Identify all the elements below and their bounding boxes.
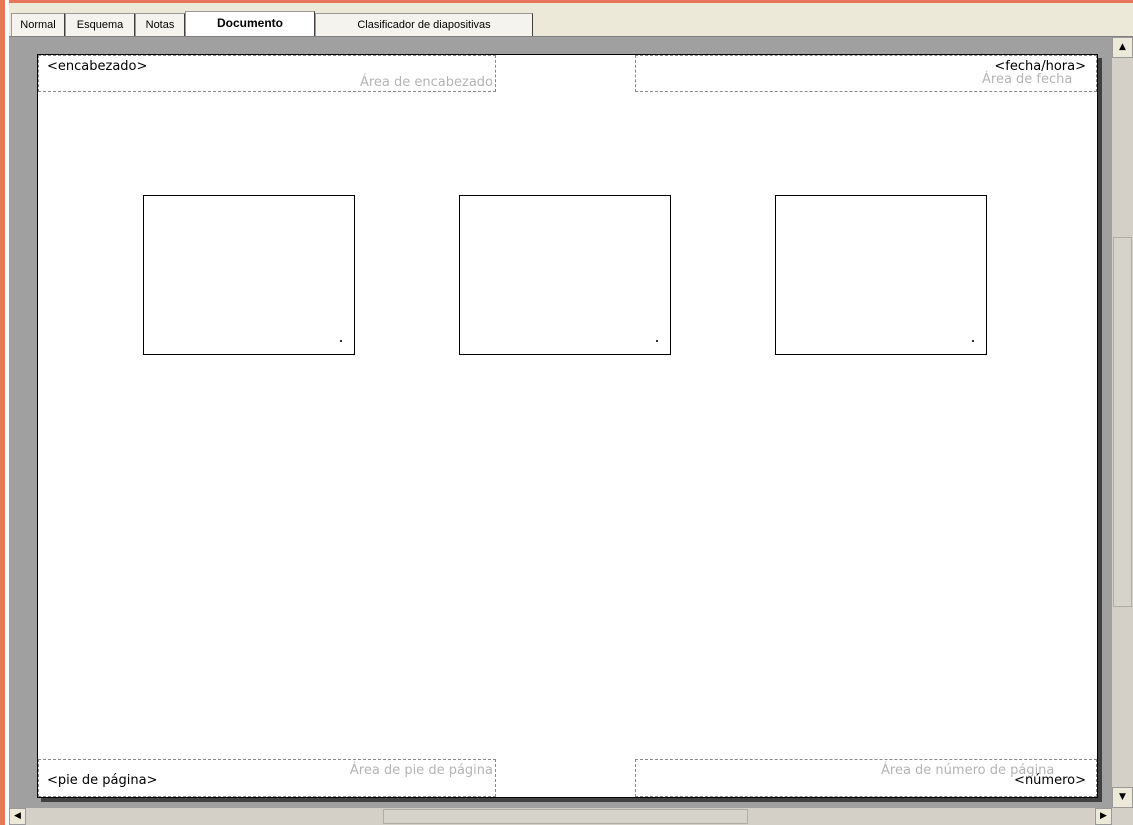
- arrow-left-icon[interactable]: ◀: [9, 808, 26, 825]
- slide-thumbnail-1[interactable]: [143, 195, 355, 355]
- header-area-hint: Área de encabezado: [359, 75, 493, 90]
- tab-normal[interactable]: Normal: [11, 13, 65, 36]
- thumbnail-marker: [972, 340, 974, 342]
- footer-field: <pie de página>: [47, 773, 158, 788]
- thumbnail-marker: [656, 340, 658, 342]
- vertical-scroll-thumb[interactable]: [1113, 237, 1132, 607]
- page-number-field: <número>: [1014, 773, 1086, 788]
- page-number-placeholder[interactable]: Área de número de página <número>: [635, 759, 1097, 797]
- vertical-scrollbar[interactable]: ▲ ▼: [1112, 37, 1133, 808]
- horizontal-scroll-thumb[interactable]: [383, 809, 748, 824]
- arrow-right-icon[interactable]: ▶: [1095, 808, 1112, 825]
- slide-thumbnail-2[interactable]: [459, 195, 671, 355]
- arrow-down-icon[interactable]: ▼: [1112, 787, 1133, 808]
- handout-workspace: <encabezado> Área de encabezado <fecha/h…: [9, 37, 1112, 808]
- tab-documento[interactable]: Documento: [185, 11, 315, 37]
- tab-esquema[interactable]: Esquema: [65, 13, 135, 36]
- tab-clasificador-de-diapositivas[interactable]: Clasificador de diapositivas: [315, 13, 533, 36]
- horizontal-scrollbar[interactable]: ◀ ▶: [9, 808, 1133, 825]
- slide-thumbnail-3[interactable]: [775, 195, 987, 355]
- header-field: <encabezado>: [47, 59, 148, 74]
- arrow-up-icon[interactable]: ▲: [1112, 37, 1133, 58]
- datetime-placeholder[interactable]: <fecha/hora> Área de fecha: [635, 55, 1097, 92]
- header-placeholder[interactable]: <encabezado> Área de encabezado: [38, 55, 496, 92]
- footer-placeholder[interactable]: <pie de página> Área de pie de página: [38, 759, 496, 797]
- datetime-area-hint: Área de fecha: [982, 72, 1073, 87]
- footer-area-hint: Área de pie de página: [349, 763, 493, 778]
- tab-notas[interactable]: Notas: [135, 13, 185, 36]
- view-tab-bar: Normal Esquema Notas Documento Clasifica…: [9, 3, 1133, 37]
- handout-page[interactable]: <encabezado> Área de encabezado <fecha/h…: [37, 54, 1098, 798]
- thumbnail-marker: [340, 340, 342, 342]
